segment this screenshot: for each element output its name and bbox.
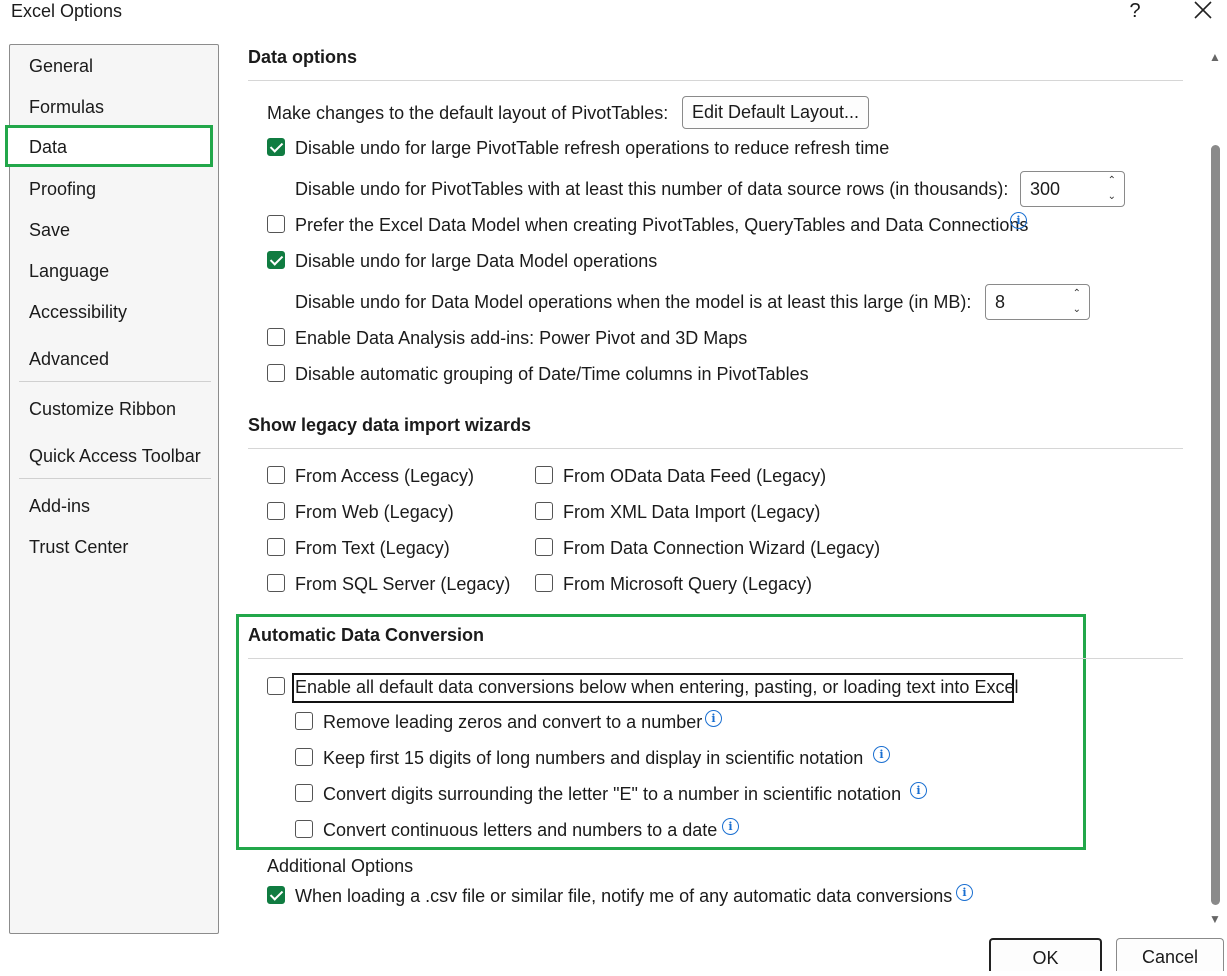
- section-title-legacy: Show legacy data import wizards: [248, 415, 532, 435]
- sidebar-item-customize-ribbon[interactable]: Customize Ribbon: [29, 398, 176, 420]
- notify-csv-label: When loading a .csv file or similar file…: [295, 886, 953, 906]
- scrollbar-thumb[interactable]: [1211, 145, 1220, 905]
- sidebar-item-accessibility[interactable]: Accessibility: [29, 301, 127, 323]
- legacy-access-checkbox[interactable]: [267, 466, 285, 484]
- convert-to-date-checkbox[interactable]: [295, 820, 313, 838]
- model-size-value: 8: [995, 292, 1006, 312]
- legacy-xml-checkbox[interactable]: [535, 502, 553, 520]
- legacy-text-label: From Text (Legacy): [295, 538, 450, 558]
- legacy-dcw-label: From Data Connection Wizard (Legacy): [563, 538, 881, 558]
- model-size-label: Disable undo for Data Model operations w…: [295, 292, 972, 312]
- enable-addins-checkbox[interactable]: [267, 328, 285, 346]
- remove-leading-zeros-checkbox[interactable]: [295, 712, 313, 730]
- chevron-down-icon[interactable]: ⌄: [1108, 192, 1116, 202]
- info-icon[interactable]: i: [722, 818, 739, 835]
- enable-all-conversions-label: Enable all default data conversions belo…: [295, 677, 1019, 697]
- legacy-odata-label: From OData Data Feed (Legacy): [563, 466, 827, 486]
- prefer-data-model-label: Prefer the Excel Data Model when creatin…: [295, 215, 1029, 235]
- help-button[interactable]: ?: [1125, 0, 1145, 22]
- info-icon[interactable]: i: [1010, 212, 1027, 229]
- window-title: Excel Options: [11, 1, 123, 21]
- legacy-dcw-checkbox[interactable]: [535, 538, 553, 556]
- cancel-button[interactable]: Cancel: [1116, 938, 1224, 971]
- sidebar-divider: [19, 478, 211, 479]
- disable-undo-model-label: Disable undo for large Data Model operat…: [295, 251, 658, 271]
- keep-15-digits-label: Keep first 15 digits of long numbers and…: [323, 748, 864, 768]
- sidebar-item-label: Data: [29, 137, 68, 157]
- enable-addins-label: Enable Data Analysis add-ins: Power Pivo…: [295, 328, 748, 348]
- sidebar-item-formulas[interactable]: Formulas: [29, 96, 104, 118]
- section-title-conversion: Automatic Data Conversion: [248, 625, 485, 645]
- remove-leading-zeros-label: Remove leading zeros and convert to a nu…: [323, 712, 703, 732]
- pivot-layout-label: Make changes to the default layout of Pi…: [267, 103, 669, 123]
- pivot-rows-value: 300: [1030, 179, 1061, 199]
- section-title-data-options: Data options: [248, 47, 358, 67]
- section-divider: [248, 80, 1183, 81]
- prefer-data-model-checkbox[interactable]: [267, 215, 285, 233]
- info-icon[interactable]: i: [705, 710, 722, 727]
- sidebar-item-advanced[interactable]: Advanced: [29, 348, 109, 370]
- chevron-down-icon[interactable]: ⌄: [1073, 305, 1081, 315]
- disable-undo-pivot-label: Disable undo for large PivotTable refres…: [295, 138, 890, 158]
- legacy-access-label: From Access (Legacy): [295, 466, 475, 486]
- sidebar-item-save[interactable]: Save: [29, 219, 70, 241]
- sidebar-item-quick-access-toolbar[interactable]: Quick Access Toolbar: [29, 445, 201, 467]
- disable-grouping-label: Disable automatic grouping of Date/Time …: [295, 364, 809, 384]
- close-icon: [1194, 1, 1212, 19]
- sidebar-item-general[interactable]: General: [29, 55, 93, 77]
- legacy-web-checkbox[interactable]: [267, 502, 285, 520]
- chevron-up-icon[interactable]: ⌃: [1108, 176, 1116, 186]
- info-icon[interactable]: i: [956, 884, 973, 901]
- disable-grouping-checkbox[interactable]: [267, 364, 285, 382]
- pivot-rows-label: Disable undo for PivotTables with at lea…: [295, 179, 1009, 199]
- sidebar: General Formulas Proofing Save Language …: [9, 44, 219, 934]
- section-divider: [248, 448, 1183, 449]
- scroll-down-icon[interactable]: ▼: [1209, 912, 1221, 926]
- chevron-up-icon[interactable]: ⌃: [1073, 289, 1081, 299]
- disable-undo-model-checkbox[interactable]: [267, 251, 285, 269]
- sidebar-item-data[interactable]: Data: [5, 125, 213, 167]
- legacy-odata-checkbox[interactable]: [535, 466, 553, 484]
- convert-e-notation-label: Convert digits surrounding the letter "E…: [323, 784, 902, 804]
- convert-e-notation-checkbox[interactable]: [295, 784, 313, 802]
- pivot-rows-spinner[interactable]: 300 ⌃ ⌄: [1020, 171, 1125, 207]
- sidebar-item-language[interactable]: Language: [29, 260, 109, 282]
- legacy-web-label: From Web (Legacy): [295, 502, 454, 522]
- legacy-text-checkbox[interactable]: [267, 538, 285, 556]
- legacy-xml-label: From XML Data Import (Legacy): [563, 502, 821, 522]
- info-icon[interactable]: i: [873, 746, 890, 763]
- legacy-sql-checkbox[interactable]: [267, 574, 285, 592]
- notify-csv-checkbox[interactable]: [267, 886, 285, 904]
- sidebar-divider: [19, 381, 211, 382]
- ok-button[interactable]: OK: [989, 938, 1102, 971]
- sidebar-item-proofing[interactable]: Proofing: [29, 178, 96, 200]
- enable-all-conversions-checkbox[interactable]: [267, 677, 285, 695]
- keep-15-digits-checkbox[interactable]: [295, 748, 313, 766]
- legacy-msquery-label: From Microsoft Query (Legacy): [563, 574, 813, 594]
- scroll-up-icon[interactable]: ▲: [1209, 50, 1221, 64]
- convert-to-date-label: Convert continuous letters and numbers t…: [323, 820, 718, 840]
- section-divider: [248, 658, 1183, 659]
- legacy-msquery-checkbox[interactable]: [535, 574, 553, 592]
- close-button[interactable]: [1193, 0, 1215, 22]
- legacy-sql-label: From SQL Server (Legacy): [295, 574, 511, 594]
- additional-options-title: Additional Options: [267, 856, 414, 876]
- info-icon[interactable]: i: [910, 782, 927, 799]
- edit-default-layout-button[interactable]: Edit Default Layout...: [682, 96, 869, 129]
- disable-undo-pivot-checkbox[interactable]: [267, 138, 285, 156]
- model-size-spinner[interactable]: 8 ⌃ ⌄: [985, 284, 1090, 320]
- sidebar-item-add-ins[interactable]: Add-ins: [29, 495, 90, 517]
- sidebar-item-trust-center[interactable]: Trust Center: [29, 536, 128, 558]
